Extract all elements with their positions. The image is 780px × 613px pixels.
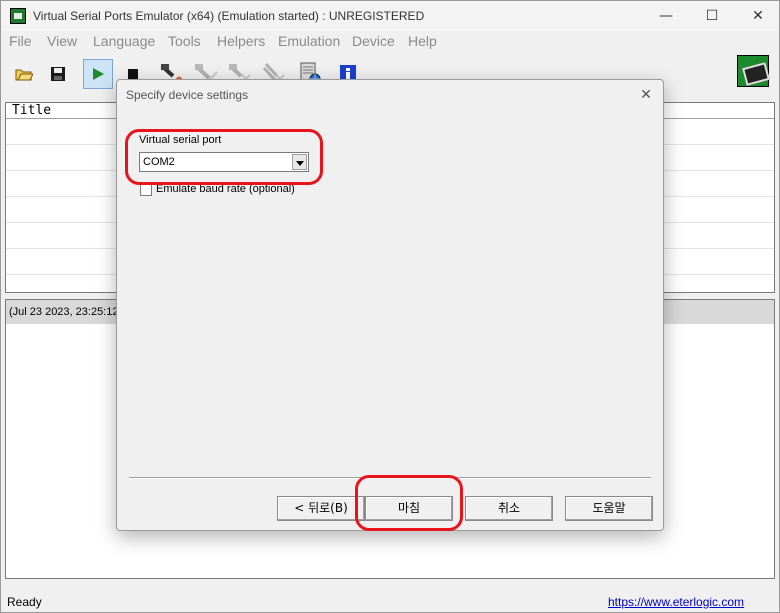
menu-file[interactable]: File [9,33,32,49]
close-button[interactable]: ✕ [738,5,778,27]
window-title: Virtual Serial Ports Emulator (x64) (Emu… [33,9,425,23]
menu-help[interactable]: Help [408,33,437,49]
menu-tools[interactable]: Tools [168,33,201,49]
logo-icon [737,55,769,87]
save-icon[interactable] [43,59,73,89]
back-button[interactable]: < 뒤로(B) [277,496,365,521]
menu-view[interactable]: View [47,33,77,49]
maximize-button[interactable]: ☐ [692,5,732,27]
menu-emulation[interactable]: Emulation [278,33,340,49]
menu-bar: File View Language Tools Helpers Emulati… [1,31,779,51]
menu-helpers[interactable]: Helpers [217,33,265,49]
app-icon [10,8,26,24]
device-settings-dialog: Specify device settings ✕ Virtual serial… [116,79,664,531]
minimize-button[interactable]: — [646,5,686,27]
baud-rate-checkbox[interactable] [140,184,152,196]
status-text: Ready [7,595,42,609]
title-bar: Virtual Serial Ports Emulator (x64) (Emu… [1,1,779,31]
menu-device[interactable]: Device [352,33,395,49]
annotation-highlight-port [125,129,323,185]
status-bar: Ready https://www.eterlogic.com [1,591,779,613]
website-link[interactable]: https://www.eterlogic.com [608,595,744,609]
menu-language[interactable]: Language [93,33,155,49]
help-button[interactable]: 도움말 [565,496,653,521]
open-folder-icon[interactable] [9,59,39,89]
annotation-highlight-finish [355,475,463,531]
dialog-close-button[interactable]: ✕ [635,84,657,106]
dialog-title: Specify device settings [126,88,249,102]
play-icon[interactable] [83,59,113,89]
cancel-button[interactable]: 취소 [465,496,553,521]
